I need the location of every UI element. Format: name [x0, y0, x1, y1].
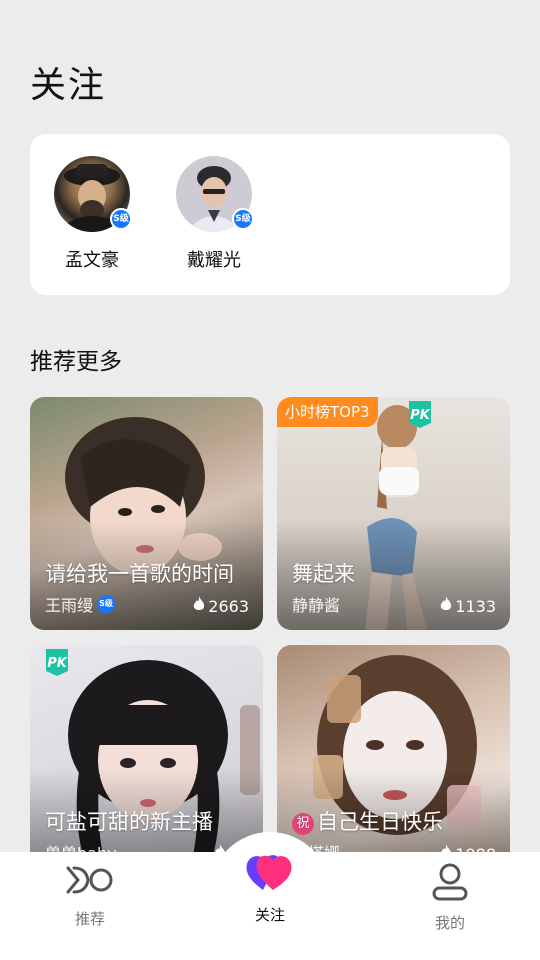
nav-item-recommend[interactable]: 推荐: [40, 862, 140, 929]
pk-icon: PK: [44, 647, 70, 677]
following-list: S级 孟文豪 S级 戴耀光: [30, 134, 510, 295]
page-title: 关注: [30, 65, 107, 106]
rank-badge: 小时榜TOP3: [277, 397, 378, 427]
following-user[interactable]: S级 戴耀光: [164, 156, 264, 272]
stream-title: 祝自己生日快乐: [292, 806, 443, 836]
following-user[interactable]: S级 孟文豪: [42, 156, 142, 272]
section-title: 推荐更多: [30, 349, 122, 375]
recommend-icon: [64, 866, 116, 902]
stream-card[interactable]: 小时榜TOP3 PK 舞起来 静静酱 1133: [277, 397, 510, 630]
avatar: S级: [54, 156, 132, 232]
following-user-name: 孟文豪: [65, 250, 119, 271]
stream-card[interactable]: PK 可盐可甜的新主播 兽兽baby 27: [30, 645, 263, 878]
profile-icon: [430, 863, 470, 906]
stream-title: 请给我一首歌的时间: [45, 562, 234, 586]
verified-badge: S级: [97, 595, 116, 613]
svg-text:PK: PK: [410, 408, 431, 423]
stream-title: 可盐可甜的新主播: [45, 810, 213, 834]
nav-label: 我的: [434, 914, 465, 932]
bless-tag: 祝: [292, 813, 314, 835]
stream-title: 舞起来: [292, 562, 355, 586]
verified-badge: S级: [110, 208, 132, 230]
host-name: 王雨缦: [45, 596, 94, 615]
avatar: S级: [176, 156, 254, 232]
svg-text:PK: PK: [47, 656, 68, 671]
stream-card[interactable]: 请给我一首歌的时间 王雨缦 S级 2663: [30, 397, 263, 630]
host-name: 静静酱: [292, 596, 341, 615]
verified-badge: S级: [232, 208, 254, 230]
stream-card[interactable]: 祝自己生日快乐 糖搭姗 1988: [277, 645, 510, 878]
heart-icon: [245, 855, 295, 898]
host-info: 王雨缦 S级: [45, 592, 116, 616]
nav-label: 推荐: [74, 910, 105, 928]
heat-count: 1133: [439, 596, 496, 616]
pk-icon: PK: [407, 399, 433, 429]
nav-label: 关注: [254, 906, 285, 924]
nav-item-following[interactable]: 关注: [220, 850, 320, 925]
nav-item-mine[interactable]: 我的: [400, 862, 500, 933]
heat-count: 2663: [192, 596, 249, 616]
following-user-name: 戴耀光: [187, 250, 241, 271]
flame-icon: [439, 596, 453, 616]
flame-icon: [192, 596, 206, 616]
host-info: 静静酱: [292, 592, 340, 616]
